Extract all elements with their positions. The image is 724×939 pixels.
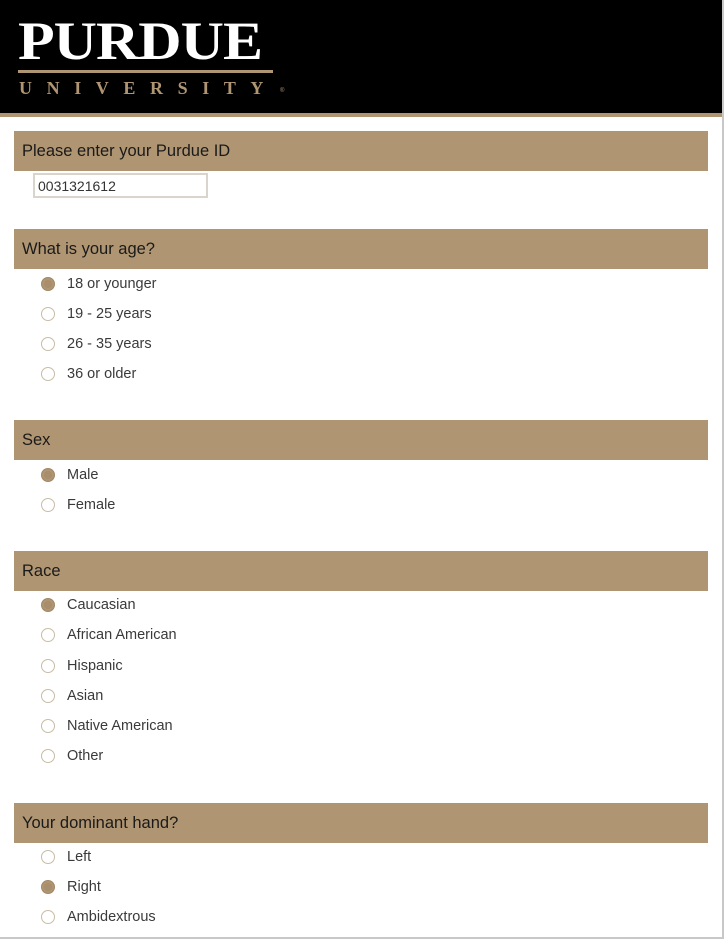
radio-button-selected[interactable] <box>41 468 55 482</box>
sex-option-label: Male <box>67 467 99 483</box>
race-option[interactable]: Hispanic <box>41 656 123 676</box>
header-gold-rule <box>0 113 722 117</box>
radio-button[interactable] <box>41 367 55 381</box>
sex-option[interactable]: Male <box>41 465 98 485</box>
age-option[interactable]: 19 - 25 years <box>41 304 152 324</box>
hand-option[interactable]: Right <box>41 877 101 897</box>
radio-button[interactable] <box>41 910 55 924</box>
purdue-id-input[interactable] <box>33 173 208 198</box>
race-option-label: Asian <box>67 688 104 704</box>
radio-button[interactable] <box>41 850 55 864</box>
radio-button[interactable] <box>41 498 55 512</box>
logo-divider <box>18 70 273 73</box>
hand-option[interactable]: Left <box>41 847 91 867</box>
purdue-id-question: Please enter your Purdue ID <box>14 131 708 171</box>
purdue-header: PURDUE UNIVERSITY ® <box>0 0 722 113</box>
race-question: Race <box>14 551 708 591</box>
sex-option[interactable]: Female <box>41 495 115 515</box>
survey-page: PURDUE UNIVERSITY ® Please enter your Pu… <box>0 0 724 939</box>
race-option-label: Caucasian <box>67 597 136 613</box>
race-option-label: Native American <box>67 718 173 734</box>
radio-button-selected[interactable] <box>41 598 55 612</box>
radio-button[interactable] <box>41 749 55 763</box>
age-option-label: 36 or older <box>67 366 137 382</box>
purdue-logo-wordmark: PURDUE <box>18 11 263 71</box>
race-option-label: Other <box>67 748 104 764</box>
radio-button[interactable] <box>41 689 55 703</box>
radio-button-selected[interactable] <box>41 277 55 291</box>
age-option[interactable]: 26 - 35 years <box>41 334 152 354</box>
hand-option[interactable]: Ambidextrous <box>41 907 156 927</box>
radio-button[interactable] <box>41 337 55 351</box>
hand-option-label: Ambidextrous <box>67 909 156 925</box>
radio-button[interactable] <box>41 307 55 321</box>
age-option-label: 18 or younger <box>67 276 157 292</box>
race-option[interactable]: Asian <box>41 686 103 706</box>
hand-option-label: Right <box>67 879 101 895</box>
race-option-label: African American <box>67 627 177 643</box>
hand-option-label: Left <box>67 849 92 865</box>
dominant-hand-question: Your dominant hand? <box>14 803 708 843</box>
race-option[interactable]: Other <box>41 746 103 766</box>
radio-button-selected[interactable] <box>41 880 55 894</box>
sex-option-label: Female <box>67 497 116 513</box>
age-option[interactable]: 18 or younger <box>41 274 156 294</box>
age-option[interactable]: 36 or older <box>41 364 136 384</box>
race-option-label: Hispanic <box>67 658 123 674</box>
radio-button[interactable] <box>41 659 55 673</box>
age-question: What is your age? <box>14 229 708 269</box>
race-option[interactable]: African American <box>41 625 177 645</box>
sex-question: Sex <box>14 420 708 460</box>
logo-registered-mark: ® <box>280 88 285 94</box>
race-option[interactable]: Native American <box>41 716 173 736</box>
age-option-label: 19 - 25 years <box>67 306 152 322</box>
purdue-logo-subtitle: UNIVERSITY <box>19 78 279 98</box>
radio-button[interactable] <box>41 719 55 733</box>
race-option[interactable]: Caucasian <box>41 595 136 615</box>
radio-button[interactable] <box>41 628 55 642</box>
age-option-label: 26 - 35 years <box>67 336 152 352</box>
